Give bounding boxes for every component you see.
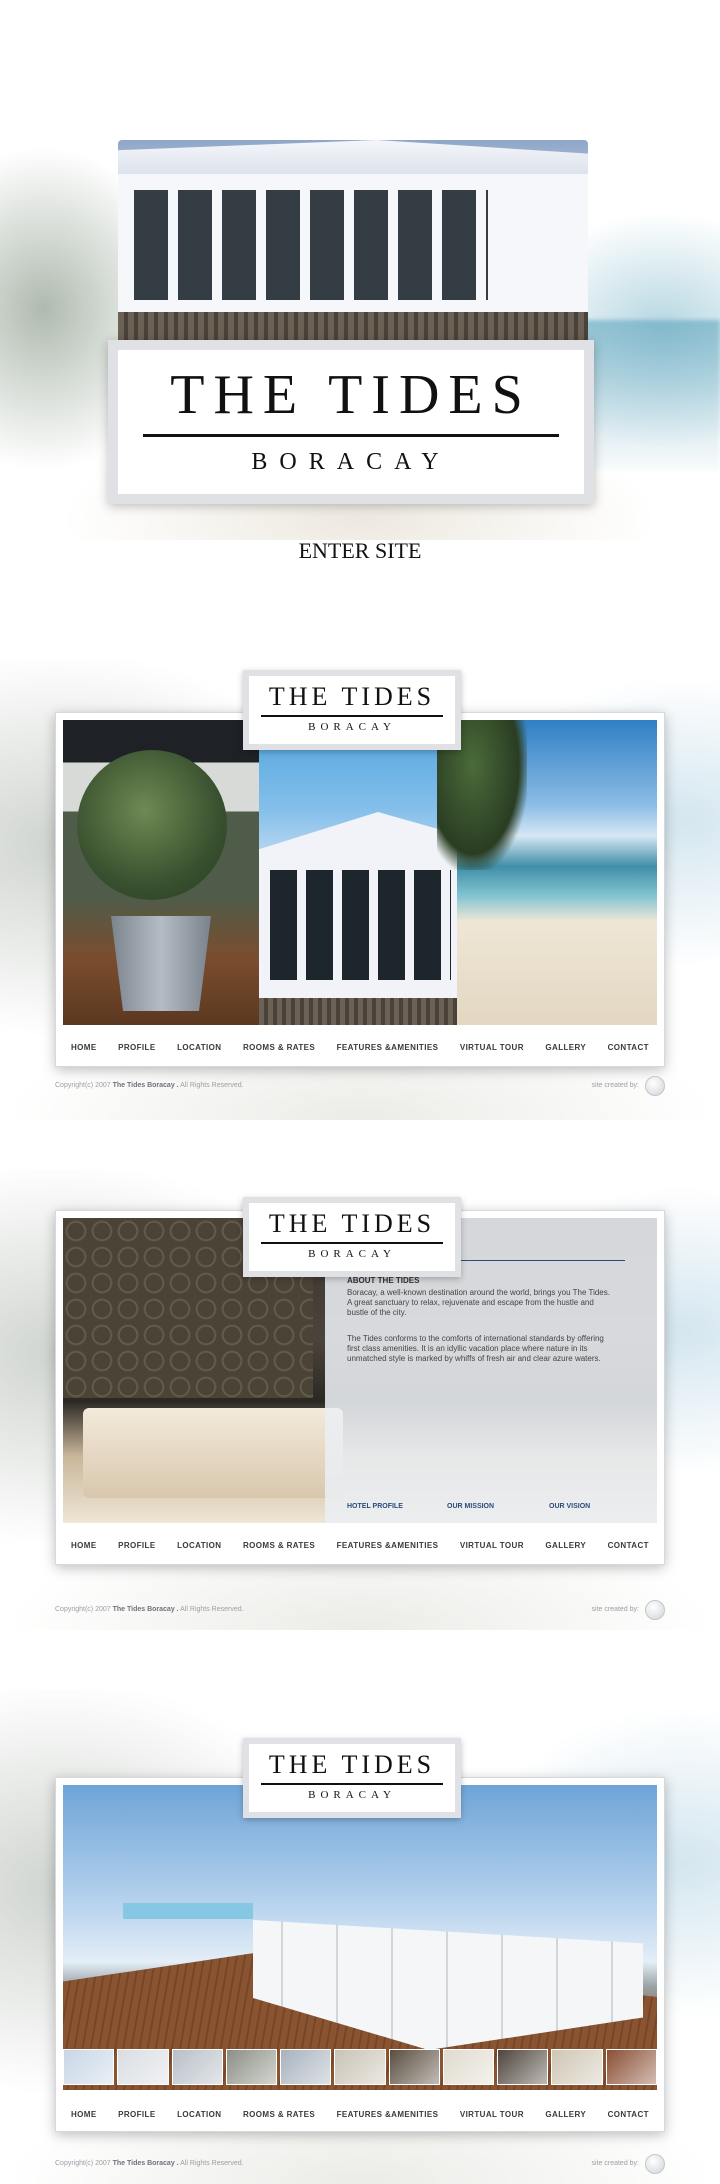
brand-title: THE TIDES <box>268 1750 436 1779</box>
nav-features-amenities[interactable]: FEATURES &AMENITIES <box>337 1541 439 1550</box>
gallery-thumbnail[interactable] <box>497 2049 549 2085</box>
brand-logo[interactable]: THE TIDES BORACAY <box>243 1197 461 1277</box>
gallery-thumbnail[interactable] <box>280 2049 332 2085</box>
nav-gallery[interactable]: GALLERY <box>545 1043 586 1052</box>
brand-logo[interactable]: THE TIDES BORACAY <box>243 670 461 750</box>
brand-title: THE TIDES <box>268 682 436 711</box>
profile-subnav: HOTEL PROFILE OUR MISSION OUR VISION <box>325 1503 657 1519</box>
beach-image <box>437 720 657 1025</box>
nav-virtual-tour[interactable]: VIRTUAL TOUR <box>460 1541 524 1550</box>
gallery-thumbnail[interactable] <box>388 2049 440 2085</box>
terrace-plant-image <box>63 720 259 1025</box>
nav-contact[interactable]: CONTACT <box>608 1541 649 1550</box>
nav-location[interactable]: LOCATION <box>177 2110 221 2119</box>
nav-rooms-rates[interactable]: ROOMS & RATES <box>243 2110 315 2119</box>
brand-logo[interactable]: THE TIDES BORACAY <box>243 1738 461 1818</box>
gallery-thumbnail[interactable] <box>117 2049 169 2085</box>
gallery-page: HOME PROFILE LOCATION ROOMS & RATES FEAT… <box>0 1690 720 2184</box>
nav-features-amenities[interactable]: FEATURES &AMENITIES <box>337 2110 439 2119</box>
gallery-thumbnail[interactable] <box>605 2049 657 2085</box>
content-frame: HOME PROFILE LOCATION ROOMS & RATES FEAT… <box>55 712 665 1067</box>
hotel-building-image <box>118 140 588 340</box>
main-nav: HOME PROFILE LOCATION ROOMS & RATES FEAT… <box>63 1037 657 1057</box>
nav-rooms-rates[interactable]: ROOMS & RATES <box>243 1043 315 1052</box>
page-footer: Copyright(c) 2007 The Tides Boracay . Al… <box>55 2154 665 2180</box>
gallery-thumbnails <box>63 2049 657 2085</box>
content-frame: HOME PROFILE LOCATION ROOMS & RATES FEAT… <box>55 1777 665 2132</box>
brand-subtitle: BORACAY <box>308 1248 396 1260</box>
brand-title: THE TIDES <box>170 364 532 426</box>
brand-subtitle: BORACAY <box>308 1789 396 1801</box>
enter-site-link[interactable]: ENTER SITE <box>0 538 720 564</box>
designer-badge-icon[interactable] <box>645 2154 665 2174</box>
nav-home[interactable]: HOME <box>71 1541 97 1550</box>
gallery-thumbnail[interactable] <box>442 2049 495 2085</box>
our-mission-link[interactable]: OUR MISSION <box>447 1503 494 1510</box>
logo-rule <box>143 434 559 437</box>
nav-gallery[interactable]: GALLERY <box>545 2110 586 2119</box>
profile-paragraph: The Tides conforms to the comforts of in… <box>347 1334 604 1363</box>
nav-contact[interactable]: CONTACT <box>608 1043 649 1052</box>
profile-paragraph: Boracay, a well-known destination around… <box>347 1288 610 1317</box>
hotel-profile-link[interactable]: HOTEL PROFILE <box>347 1503 403 1510</box>
our-vision-link[interactable]: OUR VISION <box>549 1503 590 1510</box>
gallery-thumbnail[interactable] <box>334 2049 386 2085</box>
profile-page: profile ABOUT THE TIDES Boracay, a well-… <box>0 1170 720 1630</box>
gallery-thumbnail[interactable] <box>63 2049 115 2085</box>
main-nav: HOME PROFILE LOCATION ROOMS & RATES FEAT… <box>63 1535 657 1555</box>
gallery-thumbnail[interactable] <box>171 2049 223 2085</box>
gallery-stage <box>63 1785 657 2090</box>
designer-badge-icon[interactable] <box>645 1600 665 1620</box>
splash-page: THE TIDES BORACAY ENTER SITE <box>0 0 720 600</box>
page-footer: Copyright(c) 2007 The Tides Boracay . Al… <box>55 1076 665 1102</box>
nav-profile[interactable]: PROFILE <box>118 1043 155 1052</box>
brand-subtitle: BORACAY <box>308 721 396 733</box>
page-footer: Copyright(c) 2007 The Tides Boracay . Al… <box>55 1600 665 1626</box>
nav-gallery[interactable]: GALLERY <box>545 1541 586 1550</box>
copyright-text: Copyright(c) 2007 The Tides Boracay . Al… <box>55 2160 244 2167</box>
nav-home[interactable]: HOME <box>71 1043 97 1052</box>
designer-badge-icon[interactable] <box>645 1076 665 1096</box>
brand-title: THE TIDES <box>268 1209 436 1238</box>
brand-logo: THE TIDES BORACAY <box>108 340 594 504</box>
nav-virtual-tour[interactable]: VIRTUAL TOUR <box>460 1043 524 1052</box>
site-credit: site created by: <box>591 1606 639 1613</box>
home-slideshow <box>63 720 657 1025</box>
site-credit: site created by: <box>591 2160 639 2167</box>
rooftop-terrace-image <box>63 1785 657 2090</box>
building-image <box>259 720 457 1025</box>
site-credit: site created by: <box>591 1082 639 1089</box>
nav-contact[interactable]: CONTACT <box>608 2110 649 2119</box>
nav-location[interactable]: LOCATION <box>177 1541 221 1550</box>
nav-profile[interactable]: PROFILE <box>118 1541 155 1550</box>
profile-heading: ABOUT THE TIDES <box>347 1276 420 1285</box>
home-page: HOME PROFILE LOCATION ROOMS & RATES FEAT… <box>0 660 720 1120</box>
copyright-text: Copyright(c) 2007 The Tides Boracay . Al… <box>55 1082 244 1089</box>
brand-subtitle: BORACAY <box>251 449 451 475</box>
gallery-thumbnail[interactable] <box>551 2049 603 2085</box>
nav-virtual-tour[interactable]: VIRTUAL TOUR <box>460 2110 524 2119</box>
gallery-thumbnail[interactable] <box>225 2049 278 2085</box>
nav-rooms-rates[interactable]: ROOMS & RATES <box>243 1541 315 1550</box>
copyright-text: Copyright(c) 2007 The Tides Boracay . Al… <box>55 1606 244 1613</box>
nav-features-amenities[interactable]: FEATURES &AMENITIES <box>337 1043 439 1052</box>
main-nav: HOME PROFILE LOCATION ROOMS & RATES FEAT… <box>63 2104 657 2124</box>
nav-profile[interactable]: PROFILE <box>118 2110 155 2119</box>
nav-location[interactable]: LOCATION <box>177 1043 221 1052</box>
nav-home[interactable]: HOME <box>71 2110 97 2119</box>
